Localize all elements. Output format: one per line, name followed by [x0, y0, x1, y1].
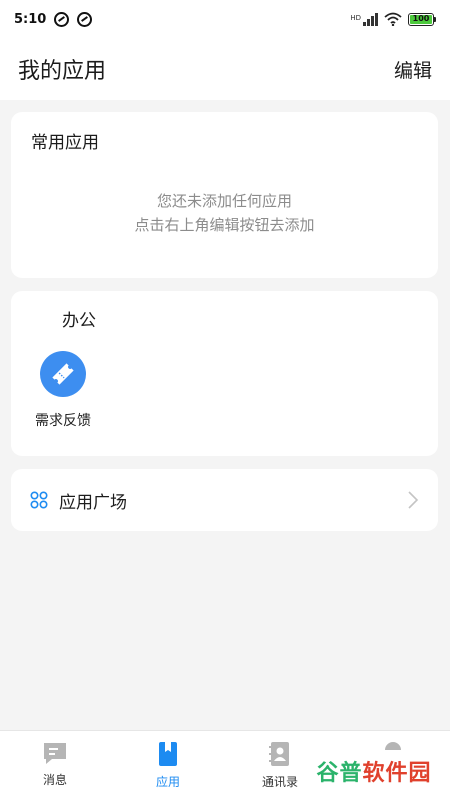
edit-button[interactable]: 编辑 — [394, 56, 432, 83]
watermark-logo: 谷普软件园 — [306, 750, 442, 792]
apps-icon — [159, 742, 177, 766]
chevron-right-icon — [408, 491, 419, 509]
nav-label-apps: 应用 — [155, 775, 180, 789]
message-icon — [44, 743, 66, 764]
frequent-apps-title: 常用应用 — [31, 133, 99, 153]
empty-hint-line2: 点击右上角编辑按钮去添加 — [134, 216, 315, 234]
office-card: 办公 需求反馈 — [11, 291, 438, 456]
status-right: HD 100 — [350, 12, 436, 26]
status-left: 5:10 — [14, 11, 93, 27]
watermark-part1: 谷普 — [316, 761, 363, 786]
app-store-label: 应用广场 — [59, 492, 127, 513]
watermark-part2: 软件园 — [362, 761, 432, 786]
status-time: 5:10 — [14, 11, 47, 27]
wifi-icon — [384, 12, 402, 26]
nav-label-messages: 消息 — [42, 773, 67, 787]
nav-tab-apps[interactable]: 应用 — [128, 741, 208, 790]
app-store-card[interactable]: 应用广场 — [11, 469, 438, 531]
signal-icon — [363, 12, 378, 26]
app-label: 需求反馈 — [35, 413, 91, 429]
nav-label-contacts: 通讯录 — [261, 775, 298, 789]
notification-app-icon — [54, 11, 70, 27]
status-bar: 5:10 HD 100 — [0, 0, 450, 38]
nav-tab-messages[interactable]: 消息 — [15, 741, 95, 788]
battery-level: 100 — [410, 14, 432, 24]
app-store-row[interactable]: 应用广场 — [11, 469, 438, 531]
network-label: HD — [350, 14, 361, 22]
frequent-apps-card: 常用应用 您还未添加任何应用 点击右上角编辑按钮去添加 — [11, 112, 438, 278]
app-header: 我的应用 编辑 — [0, 38, 450, 100]
office-title: 办公 — [62, 311, 96, 331]
watermark-text: 谷普软件园 — [316, 755, 431, 787]
ticket-icon — [40, 351, 86, 397]
battery-icon: 100 — [408, 12, 436, 26]
contacts-icon — [269, 742, 289, 766]
empty-hint-line1: 您还未添加任何应用 — [156, 192, 292, 210]
page-title: 我的应用 — [18, 59, 107, 84]
notification-app-icon — [77, 11, 93, 27]
grid-icon — [30, 491, 48, 509]
app-item-feedback[interactable]: 需求反馈 — [31, 351, 95, 430]
